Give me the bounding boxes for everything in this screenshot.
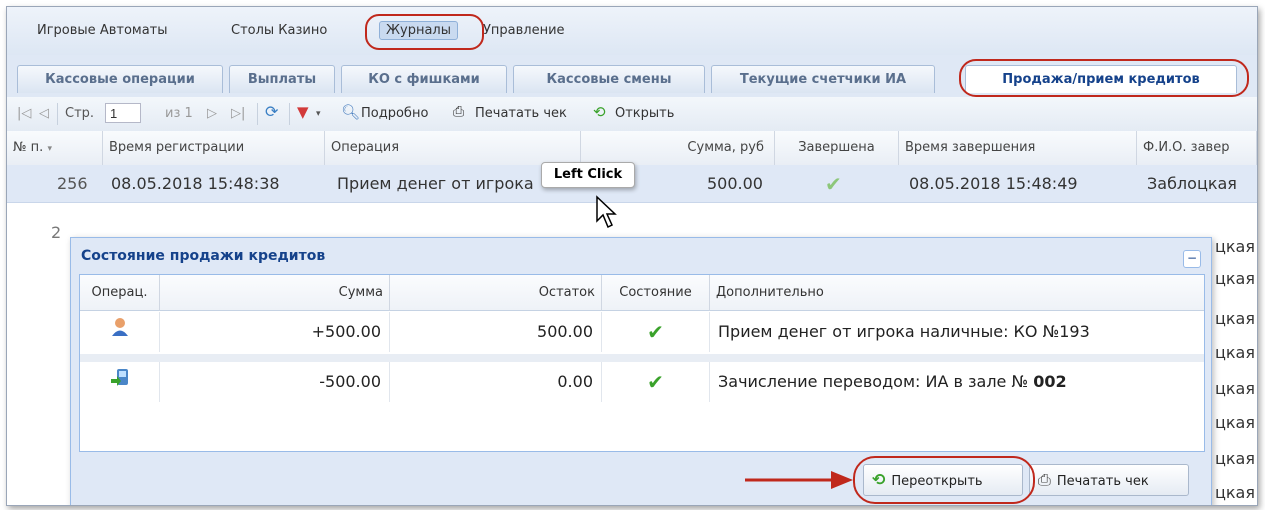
hall-number: 002 <box>1033 372 1067 391</box>
last-page-icon[interactable]: ▷| <box>231 106 245 121</box>
separator <box>57 103 58 125</box>
extra-info: Зачисление переводом: ИА в зале № 002 <box>710 362 1204 402</box>
tab-cash-shifts[interactable]: Кассовые смены <box>513 65 705 93</box>
row-divider <box>80 354 1204 362</box>
extra-info: Прием денег от игрока наличные: КО №193 <box>710 312 1204 352</box>
page-number-input[interactable] <box>105 103 141 123</box>
credit-sale-status-panel: Состояние продажи кредитов − Операц. Сум… <box>70 237 1212 505</box>
list-item[interactable]: -500.00 0.00 ✔ Зачисление переводом: ИА … <box>80 362 1204 402</box>
bg-row-fio: цкая <box>1215 483 1255 502</box>
details-search-icon[interactable]: 🔍︎ <box>341 103 360 121</box>
pointer-arrow-icon <box>745 471 853 489</box>
details-button[interactable]: Подробно <box>361 106 428 121</box>
status-check-icon: ✔ <box>602 312 710 352</box>
bg-row-fio: цкая <box>1215 379 1255 398</box>
print-receipt-button[interactable]: ⎙ Печатать чек <box>1029 464 1189 496</box>
toolbar: |◁ ◁ Стр. из 1 ▷ ▷| ⟳ ▼ ▾ 🔍︎ Подробно ⎙ … <box>7 97 1257 132</box>
col-number-label: № п. <box>13 140 44 155</box>
panel-title: Состояние продажи кредитов <box>81 248 326 264</box>
col-state[interactable]: Состояние <box>602 275 710 311</box>
bg-row-fio: цкая <box>1215 237 1255 256</box>
col-sum[interactable]: Сумма, руб <box>581 131 775 165</box>
col-rest[interactable]: Остаток <box>390 275 602 311</box>
print-receipt-button[interactable]: Печатать чек <box>475 106 567 121</box>
tab-current-counters[interactable]: Текущие счетчики ИА <box>711 65 935 93</box>
next-page-icon[interactable]: ▷ <box>207 106 217 121</box>
row-operation: Прием денег от игрока <box>337 174 534 193</box>
top-menu: Игровые Автоматы Столы Казино Журналы Уп… <box>7 7 1257 56</box>
tab-cash-operations[interactable]: Кассовые операции <box>17 65 223 93</box>
list-item[interactable]: +500.00 500.00 ✔ Прием денег от игрока н… <box>80 312 1204 352</box>
sum-value: +500.00 <box>160 312 390 352</box>
menu-slot-machines[interactable]: Игровые Автоматы <box>37 23 168 38</box>
menu-management[interactable]: Управление <box>483 23 565 38</box>
print-icon[interactable]: ⎙ <box>453 104 464 120</box>
page-total: из 1 <box>165 106 193 121</box>
collapse-icon[interactable]: − <box>1183 250 1201 268</box>
bg-row-number: 2 <box>51 223 62 242</box>
extra-text: Зачисление переводом: ИА в зале № <box>718 372 1034 391</box>
separator <box>289 103 290 125</box>
bg-row-fio: цкая <box>1215 449 1255 468</box>
menu-journals[interactable]: Журналы <box>379 21 458 40</box>
prev-page-icon[interactable]: ◁ <box>39 106 49 121</box>
print-icon: ⎙ <box>1038 470 1051 489</box>
col-completed[interactable]: Завершена <box>775 131 899 165</box>
user-icon <box>80 312 160 352</box>
refresh-icon[interactable]: ⟳ <box>265 102 278 121</box>
tab-bar: Кассовые операции Выплаты КО с фишками К… <box>7 55 1257 98</box>
status-check-icon: ✔ <box>602 362 710 402</box>
row-reg-time: 08.05.2018 15:48:38 <box>111 174 280 193</box>
col-extra[interactable]: Дополнительно <box>710 275 1204 311</box>
rest-value: 500.00 <box>390 312 602 352</box>
col-sum[interactable]: Сумма <box>160 275 390 311</box>
open-button[interactable]: Открыть <box>615 106 674 121</box>
col-reg-time[interactable]: Время регистрации <box>103 131 325 165</box>
app-window: Игровые Автоматы Столы Казино Журналы Уп… <box>6 6 1258 506</box>
transfer-icon <box>80 362 160 402</box>
col-number[interactable]: № п. ▾ <box>7 131 103 165</box>
mouse-cursor-icon <box>596 195 617 229</box>
tab-credit-sales[interactable]: Продажа/прием кредитов <box>965 65 1237 93</box>
sum-value: -500.00 <box>160 362 390 402</box>
extra-text: Прием денег от игрока наличные: КО №193 <box>718 322 1090 341</box>
sort-arrow-icon: ▾ <box>47 144 52 154</box>
bg-row-fio: цкая <box>1215 309 1255 328</box>
tab-payouts[interactable]: Выплаты <box>229 65 335 93</box>
reopen-icon: ⟲ <box>872 470 886 489</box>
open-icon[interactable]: ⟲ <box>593 103 606 121</box>
bg-row-fio: цкая <box>1215 269 1255 288</box>
filter-dropdown-icon[interactable]: ▾ <box>316 109 321 119</box>
menu-casino-tables[interactable]: Столы Казино <box>231 23 327 38</box>
left-click-callout: Left Click <box>541 162 635 188</box>
bg-row-fio: цкая <box>1215 413 1255 432</box>
filter-icon[interactable]: ▼ <box>297 103 309 121</box>
row-end-time: 08.05.2018 15:48:49 <box>909 174 1078 193</box>
rest-value: 0.00 <box>390 362 602 402</box>
tab-chip-operations[interactable]: КО с фишками <box>341 65 507 93</box>
col-end-time[interactable]: Время завершения <box>899 131 1137 165</box>
row-completed-check-icon: ✔ <box>825 172 842 196</box>
status-table: Операц. Сумма Остаток Состояние Дополнит… <box>79 274 1205 452</box>
row-fio: Заблоцкая <box>1147 174 1237 193</box>
separator <box>257 103 258 125</box>
grid-header: № п. ▾ Время регистрации Операция Сумма,… <box>7 131 1257 166</box>
print-label: Печатать чек <box>1056 474 1149 489</box>
first-page-icon[interactable]: |◁ <box>17 106 31 121</box>
row-number: 256 <box>57 174 88 193</box>
col-fio[interactable]: Ф.И.О. завер <box>1137 131 1257 165</box>
reopen-label: Переоткрыть <box>891 474 983 489</box>
col-op[interactable]: Операц. <box>80 275 160 311</box>
reopen-button[interactable]: ⟲ Переоткрыть <box>863 464 1023 496</box>
bg-row-fio: цкая <box>1215 343 1255 362</box>
page-label: Стр. <box>65 106 95 121</box>
col-operation[interactable]: Операция <box>325 131 581 165</box>
row-sum: 500.00 <box>707 174 763 193</box>
